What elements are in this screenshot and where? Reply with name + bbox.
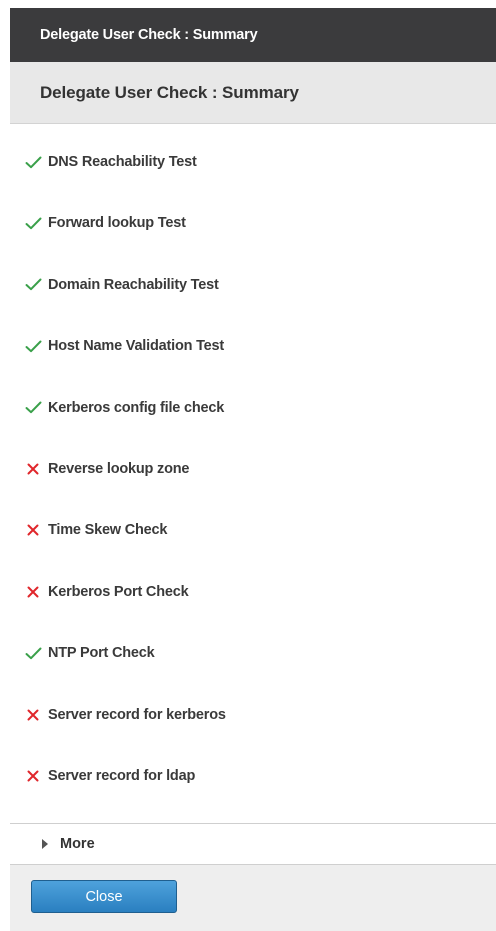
cross-icon — [10, 524, 48, 536]
more-label[interactable]: More — [60, 836, 95, 852]
dialog-footer: Close — [10, 865, 496, 931]
check-item: Domain Reachability Test — [10, 273, 219, 297]
check-item: DNS Reachability Test — [10, 150, 197, 174]
check-label: NTP Port Check — [48, 645, 155, 662]
check-item: Kerberos config file check — [10, 396, 224, 420]
cross-icon — [10, 463, 48, 475]
check-label: Kerberos config file check — [48, 399, 225, 416]
check-icon — [10, 156, 48, 169]
summary-dialog: Delegate User Check : Summary Delegate U… — [10, 8, 496, 931]
check-label: Forward lookup Test — [48, 215, 186, 232]
check-icon — [10, 340, 48, 353]
dialog-title: Delegate User Check : Summary — [40, 27, 258, 43]
more-toggle[interactable]: More — [10, 823, 496, 865]
check-label: Reverse lookup zone — [48, 461, 190, 477]
cross-icon — [10, 770, 48, 782]
check-item: Time Skew Check — [10, 518, 167, 542]
check-item: Forward lookup Test — [10, 211, 186, 235]
check-item: Server record for ldap — [10, 764, 195, 788]
check-item: NTP Port Check — [10, 641, 155, 665]
check-icon — [10, 647, 48, 660]
check-label: Host Name Validation Test — [48, 338, 225, 355]
check-item: Reverse lookup zone — [10, 457, 189, 481]
cross-icon — [10, 586, 48, 598]
check-label: Server record for ldap — [48, 768, 196, 784]
expand-arrow-icon[interactable] — [42, 839, 48, 849]
check-label: Server record for kerberos — [48, 706, 226, 723]
cross-icon — [10, 709, 48, 721]
check-label: DNS Reachability Test — [48, 154, 197, 170]
section-header: Delegate User Check : Summary — [10, 62, 496, 124]
close-button[interactable]: Close — [31, 880, 177, 913]
check-icon — [10, 217, 48, 230]
check-label: Domain Reachability Test — [48, 276, 219, 293]
dialog-titlebar: Delegate User Check : Summary — [10, 8, 496, 62]
check-item: Kerberos Port Check — [10, 580, 189, 604]
section-title: Delegate User Check : Summary — [40, 82, 299, 102]
check-icon — [10, 401, 48, 414]
check-item: Host Name Validation Test — [10, 334, 224, 358]
check-label: Kerberos Port Check — [48, 583, 189, 600]
check-item: Server record for kerberos — [10, 703, 226, 727]
check-label: Time Skew Check — [48, 522, 168, 539]
check-icon — [10, 278, 48, 291]
